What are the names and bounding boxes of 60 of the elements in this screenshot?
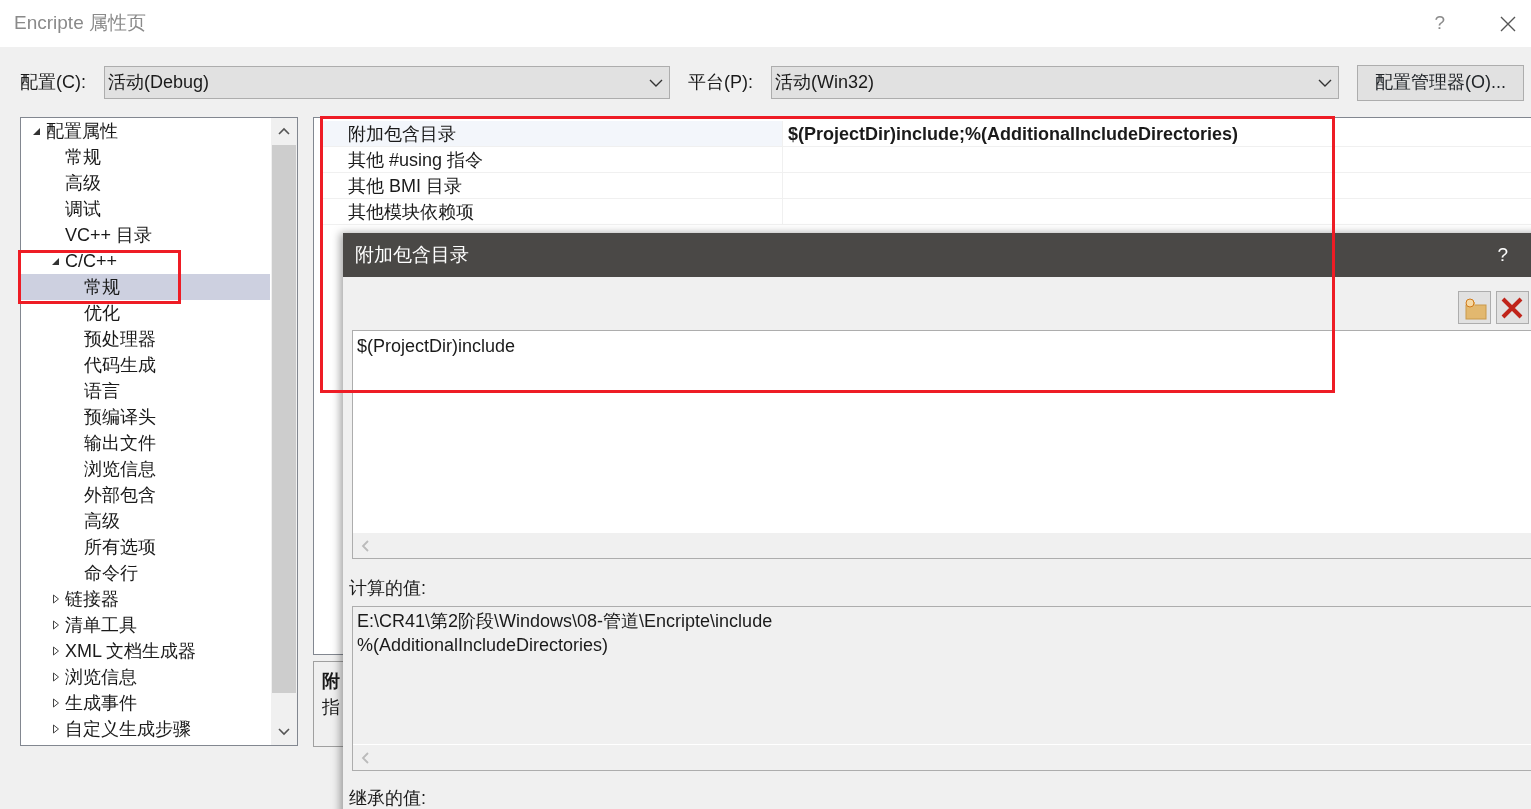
collapsed-icon[interactable] [51, 672, 60, 682]
description-text: 指 [322, 696, 341, 719]
property-row[interactable]: 附加包含目录 $(ProjectDir)include;%(AdditionalIncludeDirectories) [320, 121, 1531, 147]
tree-item[interactable]: 清单工具 [21, 612, 270, 638]
expanded-icon[interactable] [32, 126, 41, 136]
platform-dropdown[interactable]: 活动(Win32) [771, 66, 1339, 99]
tree-item[interactable]: 代码生成 [21, 352, 270, 378]
collapsed-icon[interactable] [51, 724, 60, 734]
collapsed-icon[interactable] [51, 646, 60, 656]
tree-item[interactable]: 自定义生成步骤 [21, 716, 270, 742]
scroll-down-icon[interactable] [278, 727, 290, 736]
delete-icon [1500, 295, 1524, 320]
tree-item[interactable]: 预编译头 [21, 404, 270, 430]
collapsed-icon[interactable] [51, 594, 60, 604]
tree-item[interactable]: 链接器 [21, 586, 270, 612]
tree-item[interactable]: 常规 [21, 274, 270, 300]
computed-value: E:\CR41\第2阶段\Windows\08-管道\Encripte\include [357, 610, 774, 633]
property-row[interactable]: 其他模块依赖项 [320, 199, 1531, 225]
dialog-title: 附加包含目录 [355, 242, 469, 267]
entry-list[interactable]: $(ProjectDir)include [352, 330, 1531, 559]
close-icon[interactable] [1499, 14, 1517, 33]
list-entry[interactable]: $(ProjectDir)include [357, 333, 1531, 360]
tree-item[interactable]: 调试 [21, 196, 270, 222]
description-title: 附 [322, 670, 341, 693]
config-dropdown[interactable]: 活动(Debug) [104, 66, 670, 99]
collapsed-icon[interactable] [51, 620, 60, 630]
tree-item[interactable]: 输出文件 [21, 430, 270, 456]
config-manager-button[interactable]: 配置管理器(O)... [1357, 64, 1524, 101]
tree-item[interactable]: 语言 [21, 378, 270, 404]
section-label: 继承的值: [349, 787, 427, 809]
chevron-icon [649, 78, 663, 87]
field-label: 平台(P): [688, 71, 753, 94]
tree-item[interactable]: 浏览信息 [21, 664, 270, 690]
tree-item[interactable]: 所有选项 [21, 534, 270, 560]
tree-item[interactable]: C/C++ [21, 248, 270, 274]
tree-item[interactable]: 配置属性 [21, 118, 270, 144]
tree-item[interactable]: 浏览信息 [21, 456, 270, 482]
tree-item[interactable]: VC++ 目录 [21, 222, 270, 248]
tree-item[interactable]: 生成事件 [21, 690, 270, 716]
help-button[interactable]: ? [1497, 240, 1508, 270]
tree-item[interactable]: 常规 [21, 144, 270, 170]
field-label: 配置(C): [20, 71, 86, 94]
window-title: Encripte 属性页 [14, 11, 146, 36]
delete-button[interactable] [1495, 291, 1529, 324]
tree-item[interactable]: 高级 [21, 508, 270, 534]
tree-item[interactable]: XML 文档生成器 [21, 638, 270, 664]
collapsed-icon[interactable] [51, 698, 60, 708]
property-row[interactable]: 其他 BMI 目录 [320, 173, 1531, 199]
tree-item[interactable]: 预处理器 [21, 326, 270, 352]
section-label: 计算的值: [349, 577, 427, 600]
property-row[interactable]: 其他 #using 指令 [320, 147, 1531, 173]
chevron-icon [1318, 78, 1332, 87]
tree-item[interactable]: 高级 [21, 170, 270, 196]
scroll-up-icon[interactable] [278, 127, 290, 136]
tree-item[interactable]: 外部包含 [21, 482, 270, 508]
expanded-icon[interactable] [51, 256, 60, 266]
tree-item[interactable]: 命令行 [21, 560, 270, 586]
tree-item[interactable]: 优化 [21, 300, 270, 326]
scrollbar-thumb[interactable] [272, 145, 296, 693]
computed-value: %(AdditionalIncludeDirectories) [357, 634, 610, 657]
